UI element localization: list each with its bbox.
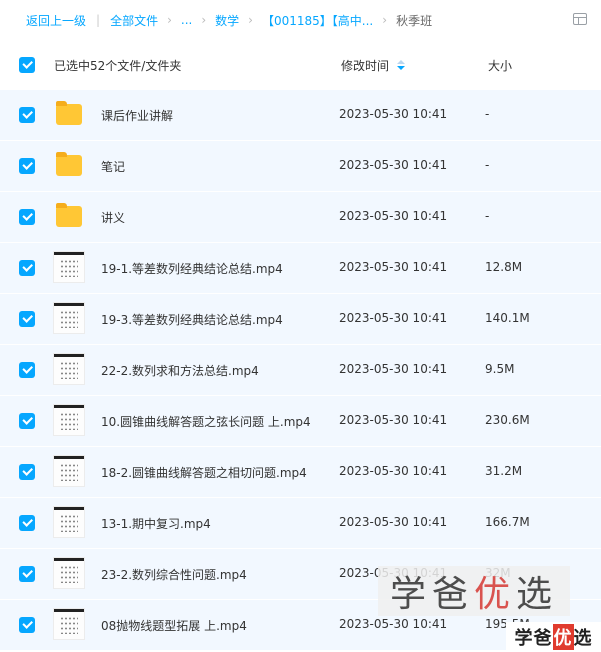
file-modified-time: 2023-05-30 10:41 <box>339 413 448 427</box>
file-name[interactable]: 10.圆锥曲线解答题之弦长问题 上.mp4 <box>101 413 311 430</box>
file-modified-time: 2023-05-30 10:41 <box>339 515 448 529</box>
row-checkbox[interactable] <box>19 260 35 276</box>
file-row[interactable]: 讲义 2023-05-30 10:41 - <box>0 192 601 243</box>
watermark-highlight: 优 <box>473 574 516 615</box>
file-modified-time: 2023-05-30 10:41 <box>339 260 448 274</box>
row-checkbox[interactable] <box>19 158 35 174</box>
file-modified-time: 2023-05-30 10:41 <box>339 617 448 631</box>
watermark-text-end: 选 <box>516 574 559 615</box>
file-name[interactable]: 13-1.期中复习.mp4 <box>101 515 211 532</box>
row-checkbox[interactable] <box>19 362 35 378</box>
video-thumbnail-icon <box>53 455 85 487</box>
list-header: 已选中52个文件/文件夹 修改时间 大小 <box>0 40 601 90</box>
file-name[interactable]: 课后作业讲解 <box>101 107 173 124</box>
breadcrumb-course[interactable]: 【001185】【高中... <box>262 12 373 29</box>
file-name[interactable]: 讲义 <box>101 209 125 226</box>
file-name[interactable]: 22-2.数列求和方法总结.mp4 <box>101 362 259 379</box>
breadcrumb-math[interactable]: 数学 <box>215 12 239 29</box>
file-size: 9.5M <box>485 362 515 376</box>
row-checkbox[interactable] <box>19 566 35 582</box>
chevron-right-icon: › <box>167 13 172 27</box>
watermark-small-text-end: 选 <box>573 628 593 649</box>
file-row[interactable]: 19-3.等差数列经典结论总结.mp4 2023-05-30 10:41 140.1… <box>0 294 601 345</box>
file-size: - <box>485 158 490 172</box>
file-size: - <box>485 107 490 121</box>
selected-count: 已选中52个文件/文件夹 <box>54 59 182 73</box>
watermark: 学爸优选 <box>378 566 570 616</box>
row-checkbox[interactable] <box>19 311 35 327</box>
breadcrumb-ellipsis[interactable]: ... <box>181 13 192 27</box>
file-name[interactable]: 08抛物线题型拓展 上.mp4 <box>101 617 247 634</box>
file-modified-time: 2023-05-30 10:41 <box>339 107 448 121</box>
file-name[interactable]: 18-2.圆锥曲线解答题之相切问题.mp4 <box>101 464 307 481</box>
file-row[interactable]: 10.圆锥曲线解答题之弦长问题 上.mp4 2023-05-30 10:41 230… <box>0 396 601 447</box>
row-checkbox[interactable] <box>19 515 35 531</box>
folder-icon <box>56 152 82 176</box>
watermark-text: 学爸 <box>389 574 474 615</box>
file-row[interactable]: 笔记 2023-05-30 10:41 - <box>0 141 601 192</box>
row-checkbox[interactable] <box>19 617 35 633</box>
file-modified-time: 2023-05-30 10:41 <box>339 158 448 172</box>
file-size: - <box>485 209 490 223</box>
file-row[interactable]: 19-1.等差数列经典结论总结.mp4 2023-05-30 10:41 12.8M <box>0 243 601 294</box>
file-modified-time: 2023-05-30 10:41 <box>339 362 448 376</box>
video-thumbnail-icon <box>53 353 85 385</box>
back-link[interactable]: 返回上一级 <box>26 12 86 29</box>
file-row[interactable]: 课后作业讲解 2023-05-30 10:41 - <box>0 90 601 141</box>
video-thumbnail-icon <box>53 608 85 640</box>
file-modified-time: 2023-05-30 10:41 <box>339 209 448 223</box>
watermark-small-text: 学爸 <box>514 628 553 649</box>
breadcrumb-divider: | <box>96 13 101 27</box>
breadcrumb-all-files[interactable]: 全部文件 <box>110 12 158 29</box>
sort-icon[interactable] <box>397 59 406 72</box>
row-checkbox[interactable] <box>19 107 35 123</box>
video-thumbnail-icon <box>53 302 85 334</box>
file-size: 12.8M <box>485 260 523 274</box>
watermark-small: 学爸优选 <box>506 622 601 652</box>
size-column-header[interactable]: 大小 <box>488 57 512 74</box>
file-modified-time: 2023-05-30 10:41 <box>339 311 448 325</box>
row-checkbox[interactable] <box>19 413 35 429</box>
video-thumbnail-icon <box>53 251 85 283</box>
file-name[interactable]: 19-1.等差数列经典结论总结.mp4 <box>101 260 283 277</box>
chevron-right-icon: › <box>382 13 388 27</box>
video-thumbnail-icon <box>53 404 85 436</box>
file-size: 31.2M <box>485 464 523 478</box>
time-column-label: 修改时间 <box>341 59 390 73</box>
file-name[interactable]: 23-2.数列综合性问题.mp4 <box>101 566 247 583</box>
chevron-right-icon: › <box>248 13 253 27</box>
video-thumbnail-icon <box>53 557 85 589</box>
breadcrumb: 返回上一级 | 全部文件 › ... › 数学 › 【001185】【高中...… <box>0 0 601 40</box>
file-name[interactable]: 笔记 <box>101 158 125 175</box>
select-all-checkbox[interactable] <box>19 57 35 73</box>
folder-icon <box>56 203 82 227</box>
breadcrumb-current: 秋季班 <box>396 13 433 28</box>
file-row[interactable]: 22-2.数列求和方法总结.mp4 2023-05-30 10:41 9.5M <box>0 345 601 396</box>
row-checkbox[interactable] <box>19 464 35 480</box>
file-row[interactable]: 13-1.期中复习.mp4 2023-05-30 10:41 166.7M <box>0 498 601 549</box>
file-size: 140.1M <box>485 311 530 325</box>
file-row[interactable]: 18-2.圆锥曲线解答题之相切问题.mp4 2023-05-30 10:41 31.… <box>0 447 601 498</box>
folder-icon <box>56 101 82 125</box>
video-thumbnail-icon <box>53 506 85 538</box>
file-modified-time: 2023-05-30 10:41 <box>339 464 448 478</box>
chevron-right-icon: › <box>201 13 207 27</box>
watermark-small-highlight: 优 <box>552 624 574 650</box>
file-size: 230.6M <box>485 413 530 427</box>
file-size: 166.7M <box>485 515 530 529</box>
file-name[interactable]: 19-3.等差数列经典结论总结.mp4 <box>101 311 283 328</box>
layout-toggle-icon[interactable] <box>573 13 587 25</box>
time-column-header[interactable]: 修改时间 <box>341 57 406 74</box>
row-checkbox[interactable] <box>19 209 35 225</box>
